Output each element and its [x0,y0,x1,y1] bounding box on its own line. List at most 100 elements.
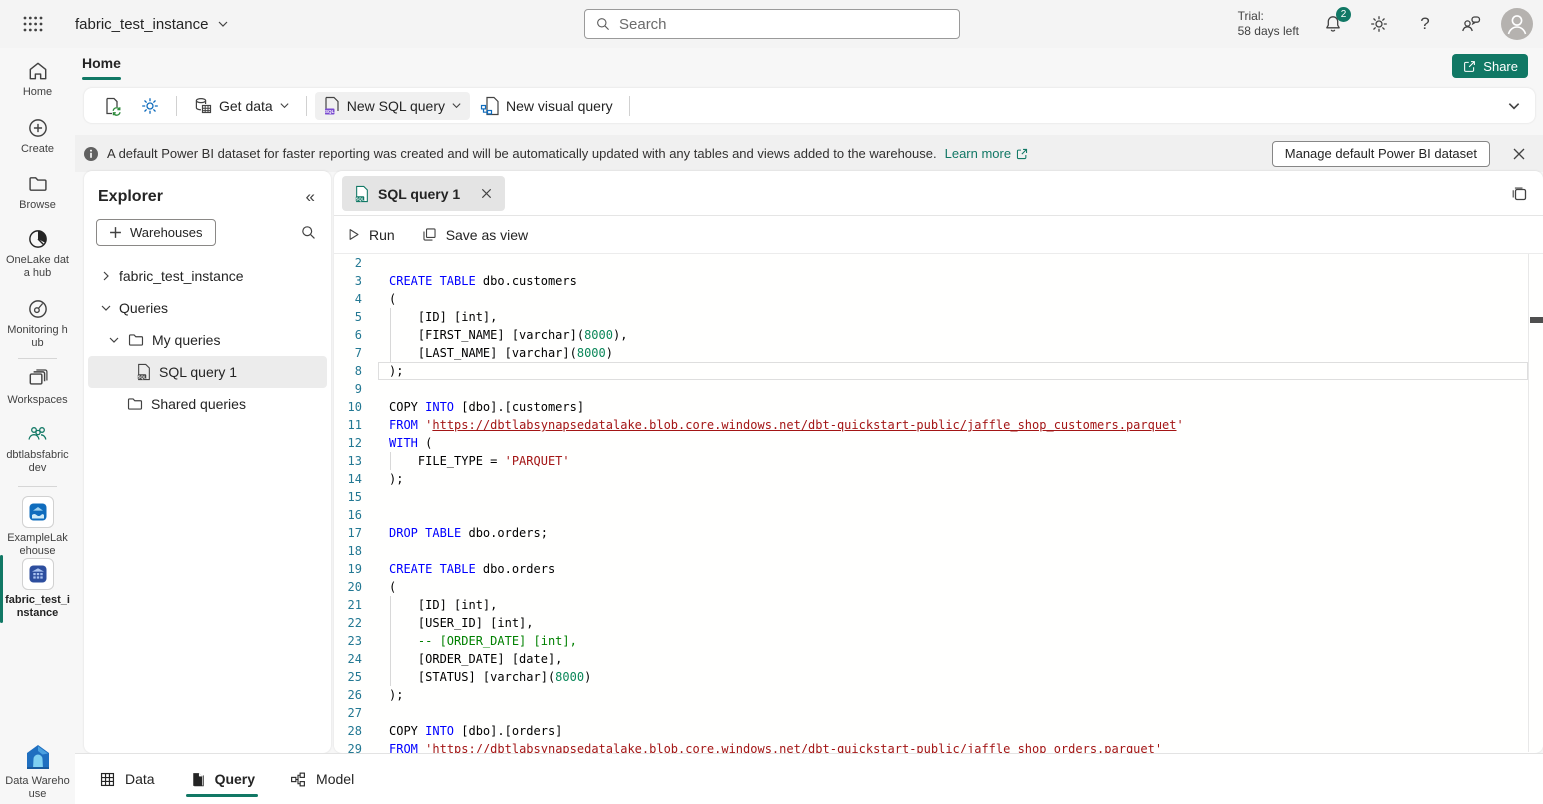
code-line[interactable]: 28COPY INTO [dbo].[orders] [334,722,1543,740]
explorer-search-icon[interactable] [300,224,317,241]
code-line[interactable]: 26); [334,686,1543,704]
learn-more-link[interactable]: Learn more [945,146,1029,161]
line-number: 13 [334,452,362,470]
code-line[interactable]: 21 [ID] [int], [334,596,1543,614]
code-line[interactable]: 7 [LAST_NAME] [varchar](8000) [334,344,1543,362]
new-visual-query-button[interactable]: New visual query [472,92,621,120]
nav-workspaces[interactable]: Workspaces [0,368,75,407]
query-tab[interactable]: SQL SQL query 1 [342,176,505,211]
explorer-panel: Explorer « Warehouses fabric_test_instan… [84,171,331,753]
new-warehouse-button[interactable]: Warehouses [96,219,216,246]
new-report-button[interactable] [94,92,130,120]
nav-onelake-data-hub[interactable]: OneLake data hub [0,228,75,280]
tree-item-my-queries[interactable]: My queries [84,324,331,356]
code-line[interactable]: 13 FILE_TYPE = 'PARQUET' [334,452,1543,470]
nav-current-workspace[interactable]: dbtlabsfabricdev [0,423,75,475]
code-editor[interactable]: 23CREATE TABLE dbo.customers4(5 [ID] [in… [334,254,1543,752]
nav-home[interactable]: Home [0,60,75,99]
visual-query-icon [480,96,500,116]
tree-item-sql-query[interactable]: SQL SQL query 1 [88,356,327,388]
warehouse-settings-button[interactable] [132,92,168,120]
line-number: 18 [334,542,362,560]
app-launcher-icon[interactable] [22,14,44,34]
line-number: 19 [334,560,362,578]
help-button[interactable]: ? [1409,8,1441,40]
line-number: 4 [334,290,362,308]
account-avatar[interactable] [1501,8,1533,40]
line-number: 10 [334,398,362,416]
settings-button[interactable] [1363,8,1395,40]
tree-item-shared-queries[interactable]: Shared queries [84,388,331,420]
line-number: 24 [334,650,362,668]
code-line[interactable]: 29FROM 'https://dbtlabsynapsedatalake.bl… [334,740,1543,753]
code-line[interactable]: 20( [334,578,1543,596]
collapse-panel-icon[interactable]: « [306,187,315,207]
open-tabs-list-icon[interactable] [1509,184,1529,204]
tab-model[interactable]: Model [289,771,354,788]
code-line[interactable]: 15 [334,488,1543,506]
tab-query[interactable]: Query [189,771,255,788]
code-line[interactable]: 17DROP TABLE dbo.orders; [334,524,1543,542]
manage-dataset-button[interactable]: Manage default Power BI dataset [1272,141,1490,167]
compass-icon [27,298,49,320]
line-number: 6 [334,326,362,344]
workspace-switcher[interactable]: fabric_test_instance [75,0,229,48]
code-line[interactable]: 4( [334,290,1543,308]
tree-item-warehouse[interactable]: fabric_test_instance [84,260,331,292]
code-line[interactable]: 10COPY INTO [dbo].[customers] [334,398,1543,416]
code-line[interactable]: 14); [334,470,1543,488]
close-tab-icon[interactable] [480,187,493,200]
tree-item-queries[interactable]: Queries [84,292,331,324]
save-as-view-button[interactable]: Save as view [421,226,528,243]
external-link-icon [1015,147,1029,161]
code-line[interactable]: 19CREATE TABLE dbo.orders [334,560,1543,578]
code-line[interactable]: 24 [ORDER_DATE] [date], [334,650,1543,668]
query-toolbar: Run Save as view [334,216,1543,254]
code-line[interactable]: 23 -- [ORDER_DATE] [int], [334,632,1543,650]
code-line[interactable]: 11FROM 'https://dbtlabsynapsedatalake.bl… [334,416,1543,434]
code-line[interactable]: 27 [334,704,1543,722]
code-line[interactable]: 2 [334,254,1543,272]
ribbon-collapse-button[interactable] [1503,95,1525,117]
search-input[interactable] [619,16,949,33]
code-line[interactable]: 16 [334,506,1543,524]
code-line[interactable]: 25 [STATUS] [varchar](8000) [334,668,1543,686]
nav-monitoring-hub[interactable]: Monitoring hub [0,298,75,350]
share-button[interactable]: Share [1452,54,1528,78]
folder-icon [126,395,144,413]
run-button[interactable]: Run [346,227,395,243]
search-icon [595,16,611,32]
code-line[interactable]: 12WITH ( [334,434,1543,452]
line-number: 20 [334,578,362,596]
tab-home[interactable]: Home [82,55,121,77]
code-line[interactable]: 5 [ID] [int], [334,308,1543,326]
search-box[interactable] [584,9,960,39]
code-line[interactable]: 22 [USER_ID] [int], [334,614,1543,632]
banner-close-icon[interactable] [1510,145,1528,163]
toolbar-divider [176,96,177,116]
line-number: 9 [334,380,362,398]
nav-warehouse[interactable]: fabric_test_instance [0,558,75,620]
query-doc-icon [189,771,206,788]
query-editor: SQL SQL query 1 Run Save as view 23CREAT… [334,171,1543,753]
get-data-button[interactable]: Get data [185,92,298,120]
plus-icon [109,226,122,239]
code-line[interactable]: 8); [334,362,1543,380]
nav-data-warehouse[interactable]: Data Warehouse [0,743,75,801]
nav-create[interactable]: Create [0,117,75,156]
code-line[interactable]: 9 [334,380,1543,398]
gear-icon [1369,14,1389,34]
line-number: 26 [334,686,362,704]
code-line[interactable]: 3CREATE TABLE dbo.customers [334,272,1543,290]
feedback-button[interactable] [1455,8,1487,40]
line-number: 8 [334,362,362,380]
nav-lakehouse[interactable]: ExampleLakehouse [0,496,75,558]
notifications-button[interactable]: 2 [1317,8,1349,40]
line-number: 25 [334,668,362,686]
tab-data[interactable]: Data [99,771,155,788]
code-line[interactable]: 6 [FIRST_NAME] [varchar](8000), [334,326,1543,344]
nav-browse[interactable]: Browse [0,173,75,212]
code-line[interactable]: 18 [334,542,1543,560]
new-sql-query-button[interactable]: SQL New SQL query [315,92,470,120]
editor-scrollbar[interactable] [1528,254,1529,752]
